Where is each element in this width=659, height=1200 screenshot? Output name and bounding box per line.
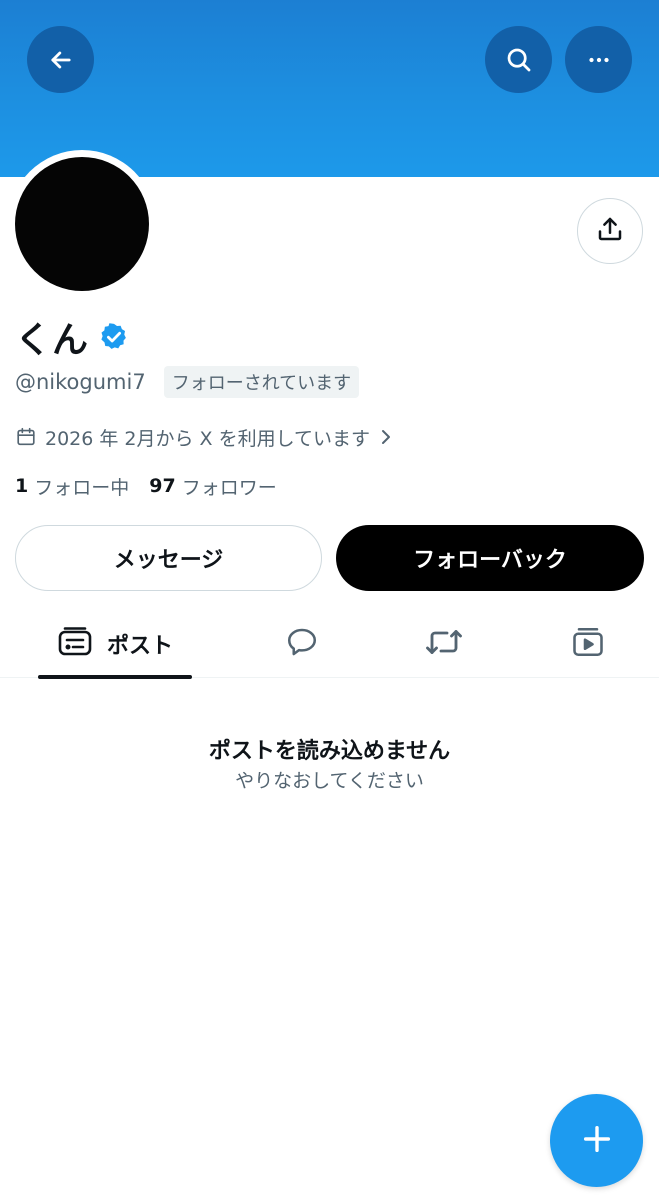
posts-icon bbox=[57, 626, 93, 662]
share-icon bbox=[595, 214, 625, 248]
compose-post-button[interactable] bbox=[550, 1094, 643, 1187]
following-count: 1 bbox=[15, 475, 29, 497]
share-button[interactable] bbox=[577, 198, 643, 264]
search-button[interactable] bbox=[485, 26, 552, 93]
followers-count: 97 bbox=[149, 475, 176, 497]
message-button[interactable]: メッセージ bbox=[15, 525, 322, 591]
tab-reposts[interactable] bbox=[404, 610, 484, 678]
handle-row: @nikogumi7 フォローされています bbox=[15, 366, 360, 398]
back-button[interactable] bbox=[27, 26, 94, 93]
joined-date-row[interactable]: 2026 年 2月から X を利用しています bbox=[15, 422, 394, 452]
tab-posts-label: ポスト bbox=[106, 634, 173, 659]
joined-text: 2026 年 2月から X を利用しています bbox=[45, 427, 371, 450]
following-stat[interactable]: 1 フォロー中 bbox=[15, 473, 129, 500]
following-label: フォロー中 bbox=[34, 476, 130, 499]
active-tab-indicator bbox=[38, 675, 192, 679]
search-icon bbox=[504, 45, 534, 75]
avatar-image bbox=[15, 157, 149, 291]
tab-replies[interactable] bbox=[262, 610, 342, 678]
video-icon bbox=[570, 624, 606, 664]
follows-you-badge: フォローされています bbox=[163, 366, 360, 398]
profile-name: くん bbox=[15, 320, 90, 361]
followers-stat[interactable]: 97 フォロワー bbox=[149, 473, 276, 500]
tab-posts[interactable]: ポスト bbox=[38, 610, 192, 679]
profile-name-row: くん bbox=[15, 314, 129, 361]
chevron-right-icon bbox=[378, 428, 394, 446]
empty-state-title: ポストを読み込めません bbox=[208, 739, 451, 764]
follow-stats: 1 フォロー中 97 フォロワー bbox=[15, 470, 277, 502]
tab-media[interactable] bbox=[548, 610, 628, 678]
more-horizontal-icon bbox=[584, 45, 614, 75]
avatar[interactable] bbox=[8, 150, 156, 298]
profile-banner bbox=[0, 0, 659, 177]
calendar-icon bbox=[15, 426, 37, 448]
reply-icon bbox=[284, 624, 320, 664]
followers-label: フォロワー bbox=[181, 476, 277, 499]
repost-icon bbox=[424, 624, 464, 664]
follow-back-button[interactable]: フォローバック bbox=[336, 525, 644, 591]
profile-handle: @nikogumi7 bbox=[15, 370, 146, 394]
arrow-left-icon bbox=[47, 46, 75, 74]
empty-state-subtitle: やりなおしてください bbox=[235, 770, 424, 792]
plus-icon bbox=[580, 1122, 614, 1160]
verified-badge-icon[interactable] bbox=[99, 322, 129, 352]
profile-tabs: ポスト bbox=[0, 610, 659, 679]
more-button[interactable] bbox=[565, 26, 632, 93]
